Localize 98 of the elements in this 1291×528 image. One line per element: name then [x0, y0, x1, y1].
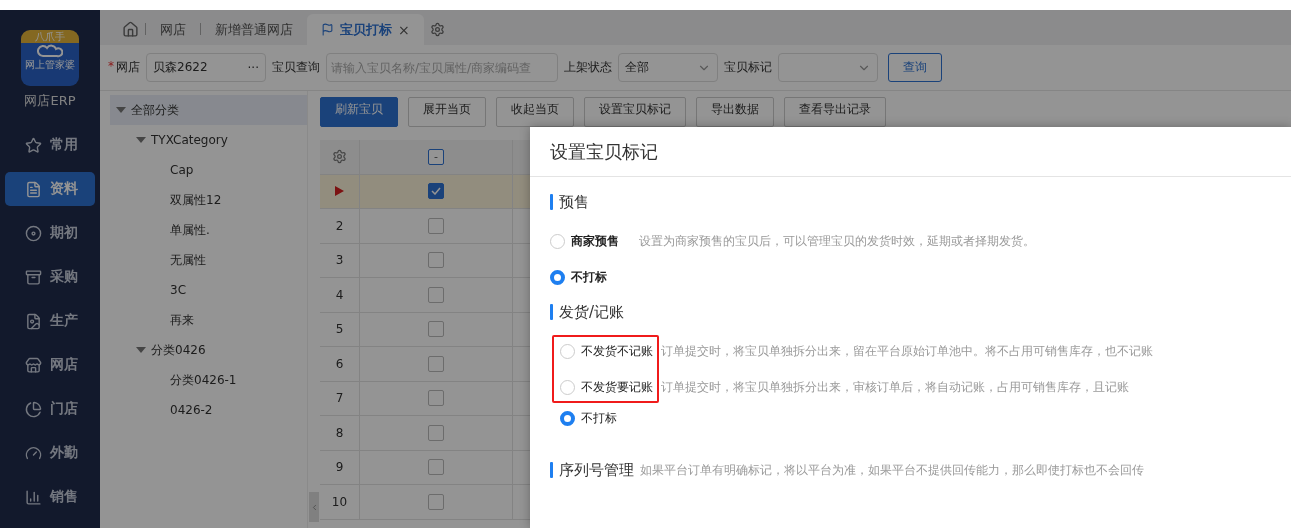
tree-item[interactable]: 分类0426: [110, 335, 307, 365]
nav-item[interactable]: 生产: [5, 304, 95, 338]
row-number: 9: [335, 460, 344, 475]
search-button[interactable]: 查询: [888, 53, 942, 82]
section-description: 如果平台订单有明确标记，将以平台为准，如果平台不提供回传能力，那么即使打标也不会回传: [640, 461, 1144, 479]
field-label: 网店: [116, 59, 140, 76]
tree-item[interactable]: 3C: [110, 275, 307, 305]
tree-item[interactable]: 双属性12: [110, 185, 307, 215]
gauge-icon: [25, 444, 42, 462]
row-checkbox[interactable]: [428, 321, 444, 338]
option-label[interactable]: 商家预售: [571, 232, 619, 250]
section-marker: [550, 194, 553, 210]
tree-item[interactable]: 全部分类: [110, 95, 307, 125]
document-icon: [25, 180, 42, 198]
row-number: 8: [335, 425, 344, 440]
row-checkbox[interactable]: [428, 286, 444, 303]
mark-dropdown[interactable]: [778, 53, 878, 82]
check-icon: [431, 187, 441, 196]
nav-item[interactable]: 销售: [5, 480, 95, 514]
row-checkbox[interactable]: [428, 183, 444, 200]
row-number: 10: [331, 494, 348, 509]
toolbar-button[interactable]: 收起当页: [496, 97, 574, 127]
row-checkbox[interactable]: [428, 390, 444, 407]
section-title: 序列号管理: [559, 460, 634, 480]
app-logo: 八爪手 网上管家婆: [21, 30, 79, 86]
field-label: 宝贝查询: [272, 59, 320, 76]
option-label[interactable]: 不发货要记账: [581, 378, 653, 396]
field-label: 上架状态: [564, 59, 612, 76]
option-label[interactable]: 不打标: [571, 268, 607, 286]
tab[interactable]: 新增普通网店: [201, 14, 307, 45]
star-icon: [25, 136, 42, 154]
radio-button[interactable]: [560, 343, 575, 359]
tree-item[interactable]: 单属性.: [110, 215, 307, 245]
toolbar-button[interactable]: 展开当页: [408, 97, 486, 127]
expand-icon[interactable]: [136, 347, 146, 353]
row-checkbox[interactable]: [428, 252, 444, 269]
row-checkbox[interactable]: [428, 355, 444, 372]
tree-item[interactable]: Cap: [110, 155, 307, 185]
row-number: 6: [335, 356, 344, 371]
tree-item[interactable]: TYXCategory: [110, 125, 307, 155]
nav-item[interactable]: 期初: [5, 216, 95, 250]
radio-button[interactable]: [550, 233, 565, 249]
toolbar-button[interactable]: 导出数据: [696, 97, 774, 127]
radio-button[interactable]: [560, 410, 575, 426]
section-marker: [550, 304, 553, 320]
file-icon: [25, 312, 42, 330]
pie-chart-icon: [25, 400, 42, 418]
nav-item[interactable]: 采购: [5, 260, 95, 294]
tab[interactable]: 网店: [146, 14, 200, 45]
select-all-checkbox[interactable]: -: [428, 148, 444, 165]
tab[interactable]: 宝贝打标 ×: [307, 14, 424, 45]
option-label[interactable]: 不打标: [581, 409, 617, 427]
tree-item[interactable]: 无属性: [110, 245, 307, 275]
nav-item[interactable]: 门店: [5, 392, 95, 426]
toolbar-button[interactable]: 设置宝贝标记: [584, 97, 686, 127]
nav-item[interactable]: 常用: [5, 128, 95, 162]
required-mark: *: [108, 59, 114, 75]
radio-button[interactable]: [550, 269, 565, 285]
shop-field[interactable]: 贝森2622 ···: [146, 53, 266, 82]
tree-item[interactable]: 分类0426-1: [110, 365, 307, 395]
section-title: 预售: [559, 192, 589, 212]
nav-item[interactable]: 外勤: [5, 436, 95, 470]
store-icon: [25, 356, 42, 374]
toolbar-button[interactable]: 查看导出记录: [784, 97, 886, 127]
option-description: 订单提交时，将宝贝单独拆分出来，留在平台原始订单池中。将不占用可销售库存，也不记账: [661, 342, 1153, 360]
section-marker: [550, 462, 553, 478]
target-icon: [25, 224, 42, 242]
flag-icon: [321, 23, 334, 36]
row-checkbox[interactable]: [428, 217, 444, 234]
status-dropdown[interactable]: 全部: [618, 53, 718, 82]
tree-item[interactable]: 再来: [110, 305, 307, 335]
row-number: 2: [335, 218, 344, 233]
nav-item[interactable]: 网店: [5, 348, 95, 382]
bar-chart-icon: [25, 488, 42, 506]
section-title: 发货/记账: [559, 302, 625, 322]
row-checkbox[interactable]: [428, 459, 444, 476]
option-description: 订单提交时，将宝贝单独拆分出来，审核订单后，将自动记账，占用可销售库存，且记账: [661, 378, 1129, 396]
nav-item[interactable]: 资料: [5, 172, 95, 206]
close-icon[interactable]: ×: [398, 21, 410, 38]
app-name: 网店ERP: [24, 92, 76, 110]
row-number: 7: [335, 391, 344, 406]
radio-button[interactable]: [560, 379, 575, 395]
expand-icon[interactable]: [116, 107, 126, 113]
archive-icon: [25, 268, 42, 286]
expand-icon[interactable]: [136, 137, 146, 143]
row-number: 5: [335, 322, 344, 337]
tree-item[interactable]: 0426-2: [110, 395, 307, 425]
option-description: 设置为商家预售的宝贝后，可以管理宝贝的发货时效，延期或者择期发货。: [639, 232, 1035, 250]
field-label: 宝贝标记: [724, 59, 772, 76]
collapse-handle[interactable]: [309, 492, 319, 522]
row-checkbox[interactable]: [428, 493, 444, 510]
toolbar-button[interactable]: 刷新宝贝: [320, 97, 398, 127]
dialog-title: 设置宝贝标记: [550, 139, 658, 164]
row-number: 4: [335, 287, 344, 302]
settings-icon[interactable]: [332, 149, 347, 165]
option-label[interactable]: 不发货不记账: [581, 342, 653, 360]
row-checkbox[interactable]: [428, 424, 444, 441]
row-number: 3: [335, 253, 344, 268]
